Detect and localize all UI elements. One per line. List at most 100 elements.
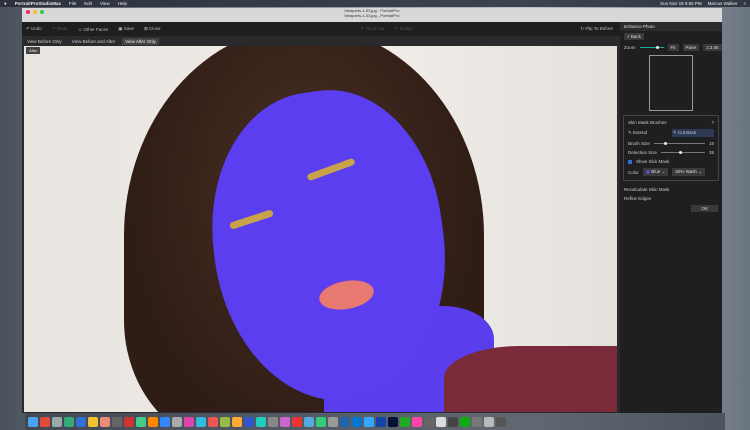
cut-back-button[interactable]: ✎ Cut Back bbox=[672, 129, 714, 137]
document-title: bleaparts-1-03.jpg - PortraitPro bbox=[344, 13, 400, 18]
skin-mask-brushes-section: Skin Mask Brushes? ✎ Extend ✎ Cut Back Br… bbox=[623, 115, 719, 181]
dock-app-icon[interactable] bbox=[256, 416, 266, 427]
dock-app-icon[interactable] bbox=[28, 416, 38, 427]
dock-app-icon[interactable] bbox=[448, 416, 458, 427]
show-skin-mask-label: Show Skin Mask bbox=[636, 159, 670, 164]
tab-view-before-only[interactable]: View Before Only bbox=[24, 38, 65, 45]
ok-button[interactable]: OK bbox=[691, 205, 718, 212]
save-button[interactable]: ▣ Save bbox=[118, 26, 134, 32]
dock-app-icon[interactable] bbox=[496, 416, 506, 427]
dock-app-icon[interactable] bbox=[436, 416, 446, 427]
color-label: Color bbox=[628, 169, 639, 175]
photo-canvas[interactable]: After bbox=[24, 46, 617, 412]
detection-size-label: Detection Size bbox=[628, 150, 658, 155]
dock-app-icon[interactable] bbox=[232, 416, 242, 427]
zoom-slider[interactable] bbox=[639, 45, 664, 49]
close-button[interactable]: ⊠ Close bbox=[144, 26, 161, 32]
dock-app-icon[interactable] bbox=[316, 416, 326, 427]
app-window: bleaparts-1-03.jpg - PortraitPro bleapar… bbox=[22, 8, 722, 413]
dock-app-icon[interactable] bbox=[112, 416, 122, 427]
dock-app-icon[interactable] bbox=[124, 416, 134, 427]
dock-app-icon[interactable] bbox=[244, 416, 254, 427]
recalculate-skin-mask-button[interactable]: Recalculate Skin Mask bbox=[624, 187, 670, 192]
dock-app-icon[interactable] bbox=[364, 416, 374, 427]
show-skin-mask-checkbox[interactable] bbox=[628, 159, 632, 164]
menu-app[interactable]: PortraitProStudioMax bbox=[15, 1, 61, 6]
shirt bbox=[444, 346, 617, 412]
menu-file[interactable]: File bbox=[69, 1, 76, 6]
redo-button[interactable]: ↷ Redo bbox=[52, 26, 68, 32]
dock-app-icon[interactable] bbox=[268, 416, 278, 427]
zoom-window-button[interactable] bbox=[40, 10, 44, 14]
apple-icon[interactable]: ● bbox=[4, 1, 7, 6]
dock-app-icon[interactable] bbox=[184, 416, 194, 427]
dock-app-icon[interactable] bbox=[352, 416, 362, 427]
dock-app-icon[interactable] bbox=[220, 416, 230, 427]
dock-app-icon[interactable] bbox=[328, 416, 338, 427]
menu-help[interactable]: Help bbox=[118, 1, 127, 6]
brush-size-slider[interactable] bbox=[653, 141, 705, 145]
dock-app-icon[interactable] bbox=[148, 416, 158, 427]
navigator-thumbnail[interactable] bbox=[649, 55, 693, 111]
other-faces-button[interactable]: ☺ Other Faces bbox=[78, 27, 109, 32]
detection-size-value: 35 bbox=[708, 150, 714, 155]
dock-app-icon[interactable] bbox=[40, 416, 50, 427]
minimize-button[interactable] bbox=[33, 10, 37, 14]
clock[interactable]: Sun Nov 18 9:56 PM bbox=[660, 1, 702, 6]
sculpt-button[interactable]: ✎ Sculpt bbox=[395, 26, 413, 32]
tab-view-before-after[interactable]: View Before and After bbox=[69, 38, 118, 45]
dock-app-icon[interactable] bbox=[460, 416, 470, 427]
toolbar: ↶ Undo ↷ Redo ☺ Other Faces ▣ Save ⊠ Clo… bbox=[22, 22, 722, 36]
close-window-button[interactable] bbox=[26, 10, 30, 14]
dock bbox=[25, 413, 725, 430]
menu-view[interactable]: View bbox=[100, 1, 110, 6]
dock-app-icon[interactable] bbox=[304, 416, 314, 427]
dock-app-icon[interactable] bbox=[484, 416, 494, 427]
dock-app-icon[interactable] bbox=[64, 416, 74, 427]
dock-app-icon[interactable] bbox=[292, 416, 302, 427]
dock-app-icon[interactable] bbox=[472, 416, 482, 427]
dock-app-icon[interactable] bbox=[412, 416, 422, 427]
color-select[interactable]: ▦ Blue ⌄ bbox=[642, 168, 669, 176]
touch-up-button[interactable]: ✎ Touch Up bbox=[361, 26, 385, 32]
pane-button[interactable]: Pane bbox=[682, 44, 700, 51]
after-badge: After bbox=[26, 47, 41, 54]
dock-app-icon[interactable] bbox=[400, 416, 410, 427]
dock-app-icon[interactable] bbox=[196, 416, 206, 427]
menu-bar: ● PortraitProStudioMax File Edit View He… bbox=[0, 0, 750, 7]
panel-title: Enhance Photo bbox=[620, 22, 722, 31]
skin-title: Skin Mask Brushes bbox=[628, 120, 667, 125]
tab-view-after-only[interactable]: View After Only bbox=[122, 38, 159, 45]
back-button[interactable]: < Back bbox=[624, 33, 644, 40]
title-bar: bleaparts-1-03.jpg - PortraitPro bleapar… bbox=[22, 8, 722, 22]
dock-app-icon[interactable] bbox=[208, 416, 218, 427]
dock-app-icon[interactable] bbox=[280, 416, 290, 427]
dock-app-icon[interactable] bbox=[424, 416, 434, 427]
dock-app-icon[interactable] bbox=[52, 416, 62, 427]
dock-app-icon[interactable] bbox=[340, 416, 350, 427]
zoom-label: Zoom bbox=[624, 45, 636, 50]
dock-app-icon[interactable] bbox=[100, 416, 110, 427]
search-icon[interactable]: ⌕ bbox=[743, 1, 746, 6]
menu-edit[interactable]: Edit bbox=[84, 1, 92, 6]
help-icon[interactable]: ? bbox=[711, 120, 714, 125]
dock-app-icon[interactable] bbox=[376, 416, 386, 427]
zoom-ratio[interactable]: 1:3.06 bbox=[703, 44, 722, 51]
brush-size-label: Brush Size bbox=[628, 141, 650, 146]
dock-app-icon[interactable] bbox=[136, 416, 146, 427]
wash-select[interactable]: 50% Wash ⌄ bbox=[672, 168, 705, 176]
dock-app-icon[interactable] bbox=[160, 416, 170, 427]
extend-button[interactable]: ✎ Extend bbox=[628, 130, 668, 136]
dock-app-icon[interactable] bbox=[388, 416, 398, 427]
undo-button[interactable]: ↶ Undo bbox=[26, 26, 42, 32]
user-name[interactable]: Marcus Walker bbox=[708, 1, 738, 6]
right-panel: Enhance Photo < Back Zoom Fit Pane 1:3.06 S… bbox=[620, 22, 722, 413]
dock-app-icon[interactable] bbox=[172, 416, 182, 427]
detection-size-slider[interactable] bbox=[661, 150, 705, 154]
dock-app-icon[interactable] bbox=[88, 416, 98, 427]
brush-size-value: 15 bbox=[708, 141, 714, 146]
fit-button[interactable]: Fit bbox=[667, 44, 679, 51]
refine-edges-button[interactable]: Refine Edges bbox=[624, 196, 651, 201]
dock-app-icon[interactable] bbox=[76, 416, 86, 427]
flip-to-before-button[interactable]: ↻ Flip To Before bbox=[580, 26, 613, 32]
